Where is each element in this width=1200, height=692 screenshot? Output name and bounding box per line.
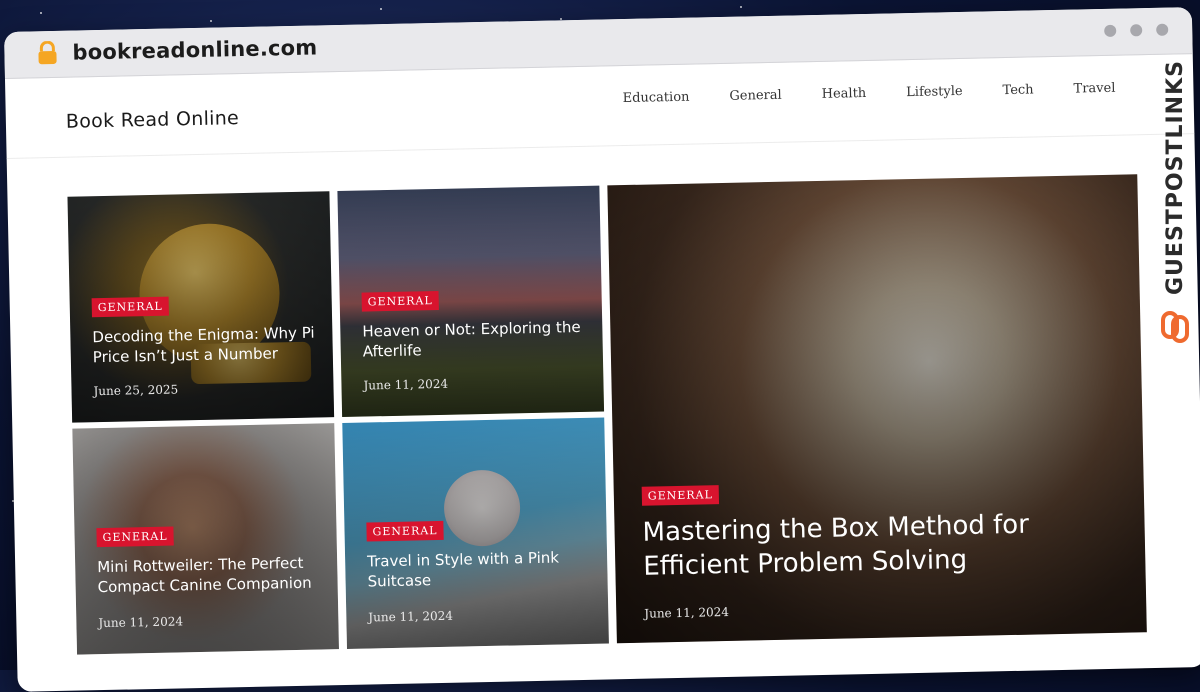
window-dot-icon[interactable]	[1156, 23, 1169, 36]
nav-health[interactable]: Health	[822, 86, 867, 102]
category-badge[interactable]: GENERAL	[361, 290, 439, 312]
post-title[interactable]: Mini Rottweiler: The Perfect Compact Can…	[97, 553, 324, 597]
main-nav: Education General Health Lifestyle Tech …	[622, 81, 1115, 106]
window-dot-icon[interactable]	[1130, 24, 1143, 37]
browser-window: bookreadonline.com Book Read Online Educ…	[4, 7, 1200, 692]
post-title[interactable]: Heaven or Not: Exploring the Afterlife	[362, 318, 589, 362]
lock-icon	[38, 40, 57, 65]
post-card[interactable]: GENERAL Decoding the Enigma: Why Pi Pric…	[67, 191, 335, 423]
post-date: June 11, 2024	[644, 604, 730, 621]
post-card[interactable]: GENERAL Heaven or Not: Exploring the Aft…	[337, 185, 605, 418]
nav-education[interactable]: Education	[622, 90, 689, 106]
watermark-graphic: GUESTPOSTLINKS	[1161, 60, 1189, 343]
watermark-text: GUESTPOSTLINKS	[1163, 60, 1188, 295]
post-date: June 11, 2024	[363, 376, 449, 393]
guestpostlinks-watermark: GUESTPOSTLINKS	[1158, 55, 1192, 355]
post-title[interactable]: Decoding the Enigma: Why Pi Price Isn’t …	[92, 323, 319, 367]
chain-link-icon	[1161, 311, 1189, 343]
post-card[interactable]: GENERAL Travel in Style with a Pink Suit…	[342, 417, 609, 649]
window-dot-icon[interactable]	[1104, 24, 1117, 37]
post-date: June 11, 2024	[98, 614, 184, 631]
url-text[interactable]: bookreadonline.com	[72, 35, 317, 64]
nav-travel[interactable]: Travel	[1073, 81, 1115, 97]
post-card-featured[interactable]: GENERAL Mastering the Box Method for Eff…	[607, 174, 1147, 644]
category-badge[interactable]: GENERAL	[96, 526, 174, 548]
window-controls	[1104, 23, 1169, 37]
featured-posts-grid: GENERAL Decoding the Enigma: Why Pi Pric…	[67, 174, 1149, 664]
nav-general[interactable]: General	[729, 88, 782, 104]
category-badge[interactable]: GENERAL	[366, 520, 444, 542]
category-badge[interactable]: GENERAL	[641, 485, 720, 506]
nav-tech[interactable]: Tech	[1002, 82, 1033, 98]
category-badge[interactable]: GENERAL	[91, 296, 169, 318]
post-title[interactable]: Mastering the Box Method for Efficient P…	[642, 507, 1113, 584]
post-date: June 11, 2024	[368, 608, 454, 625]
post-title[interactable]: Travel in Style with a Pink Suitcase	[367, 548, 594, 592]
post-date: June 25, 2025	[93, 382, 179, 399]
site-title[interactable]: Book Read Online	[66, 107, 240, 133]
post-card[interactable]: GENERAL Mini Rottweiler: The Perfect Com…	[72, 423, 339, 655]
nav-lifestyle[interactable]: Lifestyle	[906, 84, 963, 100]
